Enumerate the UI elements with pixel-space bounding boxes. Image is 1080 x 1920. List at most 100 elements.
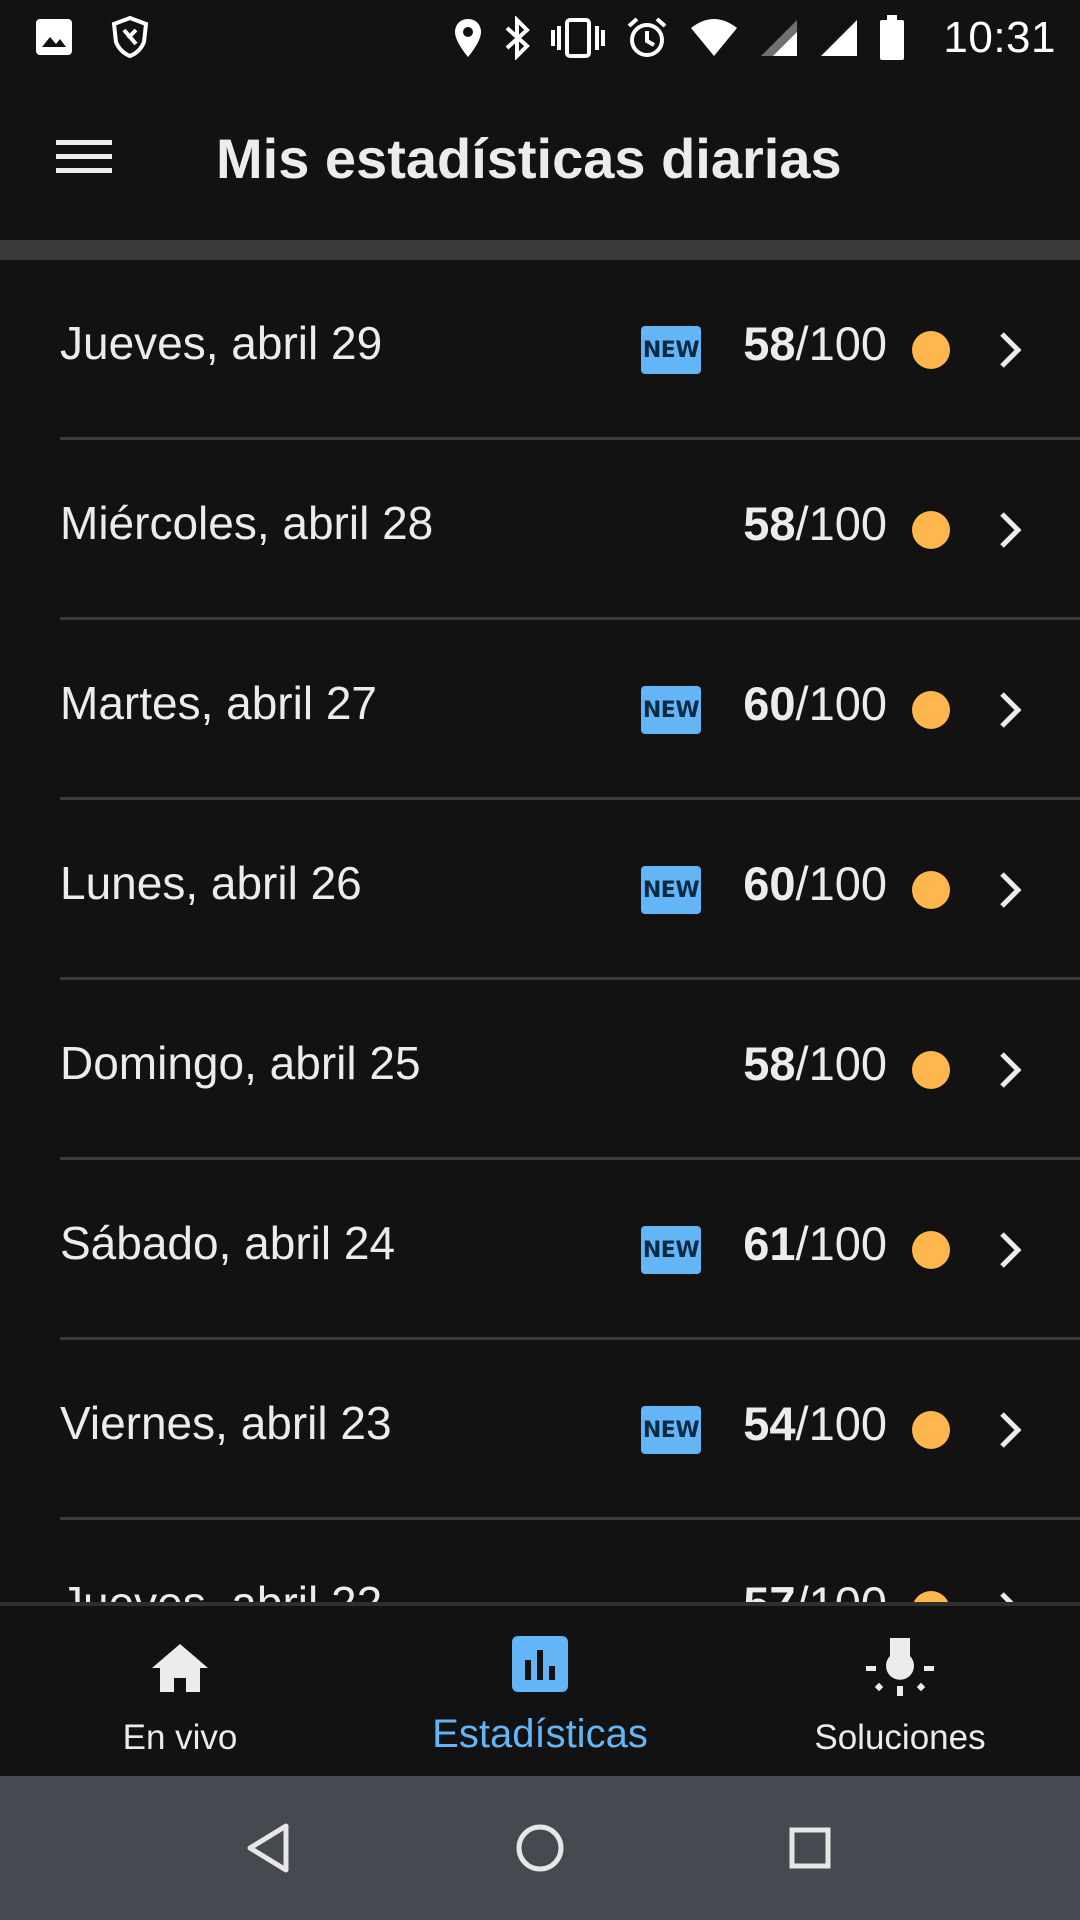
nav-item-en-vivo[interactable]: En vivo: [0, 1606, 360, 1776]
bottom-navigation: En vivo Estadísticas Soluciones: [0, 1602, 1080, 1776]
list-item[interactable]: Sábado, abril 24 NEW 61/100: [0, 1160, 1080, 1340]
chevron-right-icon: [992, 330, 1028, 370]
hamburger-menu-icon[interactable]: [40, 116, 128, 196]
score-value: 58/100: [743, 496, 887, 551]
score-value: 60/100: [743, 856, 887, 911]
day-label: Sábado, abril 24: [60, 1217, 396, 1269]
alarm-icon: [625, 16, 669, 60]
score-group: NEW 58/100: [520, 260, 1080, 440]
status-dot-icon: [912, 1051, 950, 1089]
status-time: 10:31: [943, 13, 1056, 62]
day-label: Lunes, abril 26: [60, 857, 362, 909]
list-item[interactable]: Domingo, abril 25 58/100: [0, 980, 1080, 1160]
day-label: Viernes, abril 23: [60, 1397, 392, 1449]
new-badge: NEW: [641, 1406, 701, 1454]
new-badge-label: NEW: [642, 1237, 700, 1263]
signal-icon: [819, 18, 859, 58]
status-dot-icon: [912, 691, 950, 729]
chevron-right-icon: [992, 1230, 1028, 1270]
location-icon: [453, 17, 483, 59]
recents-icon[interactable]: [778, 1816, 842, 1880]
new-badge: NEW: [641, 1226, 701, 1274]
daily-stats-list[interactable]: Jueves, abril 29 NEW 58/100 Miércoles, abri…: [0, 260, 1080, 1604]
score-total: /100: [795, 317, 887, 370]
chevron-right-icon: [992, 510, 1028, 550]
score-number: 58: [743, 497, 796, 550]
system-navigation-bar: [0, 1776, 1080, 1920]
status-dot-icon: [912, 511, 950, 549]
list-item[interactable]: Viernes, abril 23 NEW 54/100: [0, 1340, 1080, 1520]
status-dot-icon: [912, 1231, 950, 1269]
back-icon[interactable]: [238, 1816, 302, 1880]
score-number: 58: [743, 317, 796, 370]
score-group: 58/100: [520, 980, 1080, 1160]
score-total: /100: [795, 857, 887, 910]
header-divider: [0, 240, 1080, 260]
score-value: 61/100: [743, 1216, 887, 1271]
score-group: NEW 61/100: [520, 1160, 1080, 1340]
shield-icon: [108, 14, 152, 60]
home-icon: [148, 1640, 212, 1701]
day-label: Jueves, abril 29: [60, 317, 383, 369]
nav-label: Estadísticas: [432, 1712, 648, 1756]
score-value: 58/100: [743, 1036, 887, 1091]
home-circle-icon[interactable]: [508, 1816, 572, 1880]
new-badge: NEW: [641, 686, 701, 734]
new-badge-label: NEW: [642, 1417, 700, 1443]
bluetooth-icon: [503, 16, 531, 60]
score-total: /100: [795, 1037, 887, 1090]
score-number: 61: [743, 1217, 796, 1270]
page-title: Mis estadísticas diarias: [216, 127, 842, 190]
new-badge-label: NEW: [642, 337, 700, 363]
chevron-right-icon: [992, 690, 1028, 730]
status-bar: 10:31: [0, 0, 1080, 76]
score-group: 58/100: [520, 440, 1080, 620]
gallery-icon: [34, 17, 74, 57]
list-item[interactable]: Martes, abril 27 NEW 60/100: [0, 620, 1080, 800]
score-group: 57/100: [520, 1520, 1080, 1604]
score-total: /100: [795, 1397, 887, 1450]
vibrate-icon: [551, 16, 606, 60]
score-total: /100: [795, 497, 887, 550]
score-value: 60/100: [743, 676, 887, 731]
score-number: 60: [743, 677, 796, 730]
score-total: /100: [795, 1217, 887, 1270]
score-group: NEW 60/100: [520, 620, 1080, 800]
score-number: 57: [743, 1577, 796, 1604]
nav-item-soluciones[interactable]: Soluciones: [720, 1606, 1080, 1776]
app-bar: Mis estadísticas diarias: [0, 76, 1080, 240]
nav-label: Soluciones: [814, 1718, 986, 1757]
list-item[interactable]: Miércoles, abril 28 58/100: [0, 440, 1080, 620]
score-value: 54/100: [743, 1396, 887, 1451]
list-item[interactable]: Jueves, abril 29 NEW 58/100: [0, 260, 1080, 440]
score-total: /100: [795, 1577, 887, 1604]
chevron-right-icon: [992, 1050, 1028, 1090]
battery-icon: [879, 15, 905, 61]
list-item[interactable]: Jueves, abril 22 57/100: [0, 1520, 1080, 1604]
new-badge-label: NEW: [642, 697, 700, 723]
status-dot-icon: [912, 871, 950, 909]
day-label: Martes, abril 27: [60, 677, 378, 729]
chevron-right-icon: [992, 870, 1028, 910]
score-number: 54: [743, 1397, 796, 1450]
score-number: 58: [743, 1037, 796, 1090]
day-label: Jueves, abril 22: [60, 1577, 383, 1604]
score-number: 60: [743, 857, 796, 910]
new-badge: NEW: [641, 866, 701, 914]
score-value: 57/100: [743, 1576, 887, 1604]
new-badge: NEW: [641, 326, 701, 374]
status-dot-icon: [912, 331, 950, 369]
signal-icon: [759, 18, 799, 58]
nav-item-estadisticas[interactable]: Estadísticas: [360, 1606, 720, 1776]
status-dot-icon: [912, 1411, 950, 1449]
new-badge-label: NEW: [642, 877, 700, 903]
lightbulb-icon: [864, 1634, 936, 1705]
score-group: NEW 60/100: [520, 800, 1080, 980]
score-group: NEW 54/100: [520, 1340, 1080, 1520]
score-value: 58/100: [743, 316, 887, 371]
day-label: Domingo, abril 25: [60, 1037, 421, 1089]
bar-chart-icon: [512, 1636, 568, 1697]
nav-label: En vivo: [122, 1718, 238, 1757]
list-item[interactable]: Lunes, abril 26 NEW 60/100: [0, 800, 1080, 980]
wifi-icon: [689, 18, 739, 58]
